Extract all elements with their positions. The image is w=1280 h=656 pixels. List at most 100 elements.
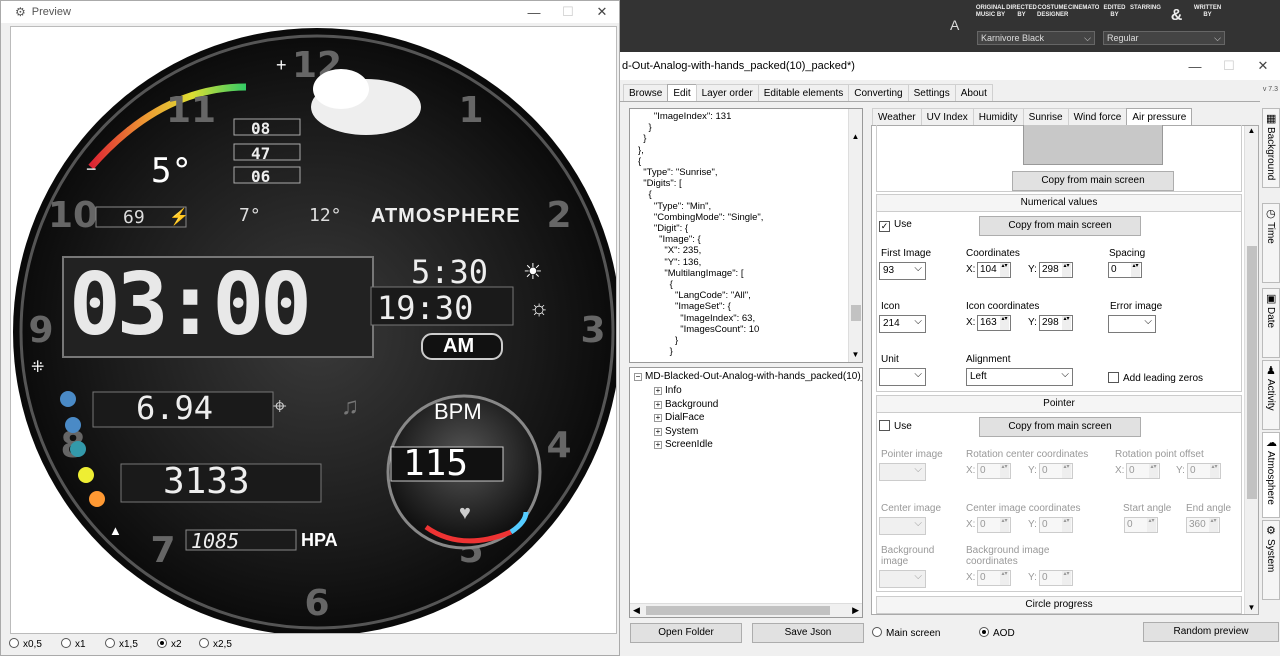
circle-progress-header[interactable]: Circle progress <box>876 596 1242 614</box>
scroll-down-icon[interactable]: ▼ <box>1245 603 1258 612</box>
copy-main-screen-button-top[interactable]: Copy from main screen <box>1012 171 1174 191</box>
background-image-x-input[interactable]: 0 <box>977 570 1011 586</box>
tab-layer-order[interactable]: Layer order <box>695 84 759 102</box>
rotation-offset-x-input[interactable]: 0 <box>1126 463 1160 479</box>
expand-icon[interactable]: + <box>654 400 662 409</box>
element-tree[interactable]: − MD-Blacked-Out-Analog-with-hands_packed… <box>629 367 863 618</box>
sub-tab-humidity[interactable]: Humidity <box>972 108 1024 126</box>
expand-icon[interactable]: + <box>654 414 662 422</box>
zoom-option-1.5[interactable]: x1,5 <box>105 638 157 652</box>
zoom-option-2[interactable]: x2 <box>157 638 199 652</box>
rotation-offset-y-input[interactable]: 0 <box>1187 463 1221 479</box>
icon-y-input[interactable]: 298 <box>1039 315 1073 331</box>
credit-preset-4[interactable]: EDITED BY <box>1099 2 1130 30</box>
add-leading-zeros-checkbox[interactable]: Add leading zeros <box>1108 372 1203 384</box>
zoom-option-1[interactable]: x1 <box>61 638 105 652</box>
scroll-right-icon[interactable]: ▶ <box>852 605 859 616</box>
side-tab-time[interactable]: ◷ Time <box>1262 203 1280 283</box>
icon-x-input[interactable]: 163 <box>977 315 1011 331</box>
tree-item-dialface[interactable]: + DialFace <box>654 411 704 424</box>
sub-tab-sunrise[interactable]: Sunrise <box>1022 108 1069 126</box>
sub-tab-air-pressure[interactable]: Air pressure <box>1126 108 1193 126</box>
save-json-button[interactable]: Save Json <box>752 623 864 643</box>
end-angle-input[interactable]: 360 <box>1186 517 1220 533</box>
side-tab-background[interactable]: ▦ Background <box>1262 108 1280 188</box>
center-image-select[interactable] <box>879 516 926 535</box>
tree-item-background[interactable]: + Background <box>654 398 718 411</box>
coord-x-input[interactable]: 104 <box>977 262 1011 278</box>
sub-tab-wind-force[interactable]: Wind force <box>1067 108 1128 126</box>
rotation-center-x-input[interactable]: 0 <box>977 463 1011 479</box>
json-editor[interactable]: "ImageIndex": 131 } }},{ "Type": "Sunris… <box>629 108 863 363</box>
pointer-use-checkbox[interactable]: Use <box>879 420 912 432</box>
random-preview-button[interactable]: Random preview <box>1143 622 1279 642</box>
tab-editable-elements[interactable]: Editable elements <box>757 84 850 102</box>
scroll-left-icon[interactable]: ◀ <box>633 605 640 616</box>
alignment-select[interactable]: Left <box>966 367 1073 386</box>
tab-browse[interactable]: Browse <box>623 84 669 102</box>
sub-tab-uv-index[interactable]: UV Index <box>920 108 974 126</box>
background-image-y-input[interactable]: 0 <box>1039 570 1073 586</box>
scroll-thumb[interactable] <box>851 305 861 321</box>
tree-item-system[interactable]: + System <box>654 425 698 438</box>
credit-preset-2[interactable]: COSTUME DESIGNER <box>1037 2 1068 30</box>
error-image-select[interactable] <box>1108 314 1156 333</box>
expand-icon[interactable]: + <box>654 427 662 436</box>
side-tab-date[interactable]: ▣ Date <box>1262 288 1280 358</box>
collapse-icon[interactable]: − <box>634 373 642 381</box>
tab-about[interactable]: About <box>954 84 993 102</box>
credit-preset-1[interactable]: DIRECTED BY <box>1006 2 1037 30</box>
icon-select[interactable]: 214 <box>879 314 926 333</box>
tree-item-info[interactable]: + Info <box>654 384 682 397</box>
close-icon[interactable]: ✕ <box>585 4 619 20</box>
tree-root[interactable]: − MD-Blacked-Out-Analog-with-hands_packed… <box>634 370 862 383</box>
zoom-option-0.5[interactable]: x0,5 <box>9 638 61 652</box>
coord-y-input[interactable]: 298 <box>1039 262 1073 278</box>
pointer-header[interactable]: Pointer <box>876 395 1242 413</box>
spacing-input[interactable]: 0 <box>1108 262 1142 278</box>
scroll-up-icon[interactable]: ▲ <box>1245 126 1258 135</box>
credit-preset-5[interactable]: STARRING <box>1130 2 1161 30</box>
minimize-icon[interactable]: — <box>1178 59 1212 74</box>
main-screen-radio[interactable]: Main screen <box>872 627 940 639</box>
pointer-image-select[interactable] <box>879 462 926 481</box>
credit-preset-3[interactable]: CINEMATOGR <box>1068 2 1099 30</box>
scroll-thumb[interactable] <box>1247 246 1257 499</box>
rotation-center-y-input[interactable]: 0 <box>1039 463 1073 479</box>
minimize-icon[interactable]: — <box>517 5 551 20</box>
numerical-use-checkbox[interactable]: ✓ Use <box>879 219 912 232</box>
scroll-down-icon[interactable]: ▼ <box>849 349 862 360</box>
close-icon[interactable]: ✕ <box>1246 58 1280 74</box>
numerical-values-header[interactable]: Numerical values <box>876 194 1242 212</box>
maximize-icon[interactable]: ☐ <box>1212 58 1246 74</box>
aod-radio[interactable]: AOD <box>979 627 1015 639</box>
open-folder-button[interactable]: Open Folder <box>630 623 742 643</box>
start-angle-input[interactable]: 0 <box>1124 517 1158 533</box>
expand-icon[interactable]: + <box>654 441 662 449</box>
side-tab-activity[interactable]: ♟ Activity <box>1262 360 1280 430</box>
credit-preset-6[interactable]: & <box>1161 2 1192 30</box>
copy-main-screen-button-pointer[interactable]: Copy from main screen <box>979 417 1141 437</box>
center-image-x-input[interactable]: 0 <box>977 517 1011 533</box>
scroll-up-icon[interactable]: ▲ <box>849 131 862 142</box>
scroll-thumb[interactable] <box>646 606 830 615</box>
side-tab-atmosphere[interactable]: ☁ Atmosphere <box>1262 432 1280 518</box>
tab-edit[interactable]: Edit <box>667 84 697 102</box>
background-image-select[interactable] <box>879 569 926 588</box>
maximize-icon[interactable]: ☐ <box>551 4 585 20</box>
zoom-option-2.5[interactable]: x2,5 <box>199 638 249 652</box>
json-scrollbar[interactable]: ▲ ▼ <box>848 109 862 362</box>
center-image-y-input[interactable]: 0 <box>1039 517 1073 533</box>
unit-select[interactable] <box>879 367 926 386</box>
tab-converting[interactable]: Converting <box>848 84 909 102</box>
credit-preset-7[interactable]: WRITTEN BY <box>1192 2 1223 30</box>
tab-settings[interactable]: Settings <box>907 84 956 102</box>
expand-icon[interactable]: + <box>654 387 662 395</box>
font-style-select[interactable]: Regular ⌵ <box>1103 31 1225 45</box>
font-family-select[interactable]: Karnivore Black ⌵ <box>977 31 1095 45</box>
credit-preset-0[interactable]: ORIGINAL MUSIC BY <box>975 2 1006 30</box>
panel-scrollbar[interactable]: ▲ ▼ <box>1244 126 1258 614</box>
tree-item-screenidle[interactable]: + ScreenIdle <box>654 438 713 451</box>
copy-main-screen-button-numerical[interactable]: Copy from main screen <box>979 216 1141 236</box>
tree-hscroll[interactable]: ◀ ▶ <box>630 603 862 617</box>
